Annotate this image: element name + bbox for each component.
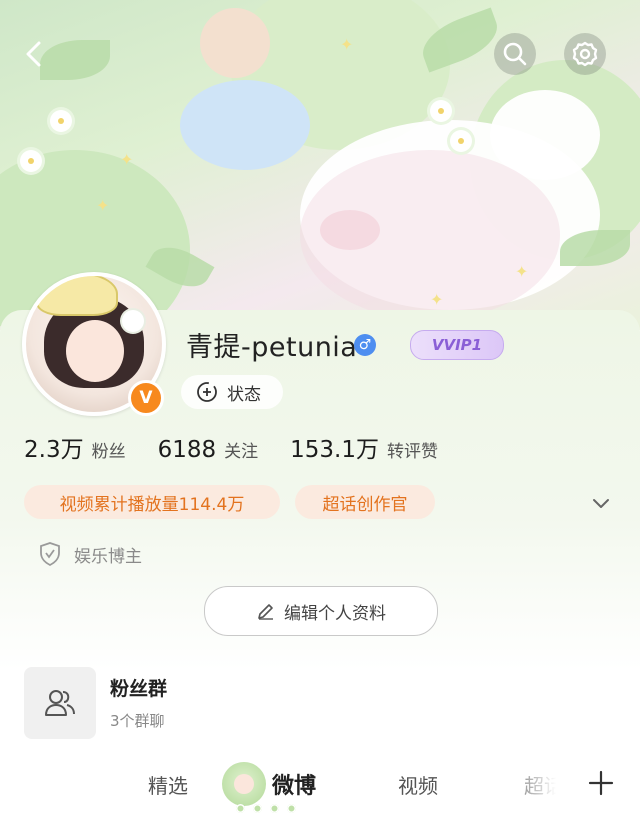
status-plus-icon — [197, 382, 217, 402]
cover-flower — [50, 110, 72, 132]
shield-check-icon — [40, 542, 60, 567]
stat-label: 粉丝 — [91, 442, 126, 462]
fan-group-icon-box[interactable] — [24, 667, 96, 739]
avatar-face — [66, 320, 124, 382]
chevron-down-icon — [593, 499, 609, 508]
edit-profile-label: 编辑个人资料 — [284, 603, 386, 624]
avatar-flower — [122, 310, 144, 332]
plus-icon — [588, 770, 614, 796]
cover-flower — [20, 150, 42, 172]
tab-video[interactable]: 视频 — [398, 770, 438, 799]
expand-button[interactable] — [588, 490, 614, 516]
cover-sparkle: ✦ — [96, 196, 110, 215]
tab-sticker-icon — [222, 762, 266, 806]
cover-sparkle: ✦ — [120, 150, 134, 169]
stat-followers[interactable]: 2.3万 粉丝 — [24, 430, 126, 464]
verified-badge: V — [128, 380, 164, 416]
stat-label: 关注 — [224, 442, 259, 462]
cover-flower — [450, 130, 472, 152]
cover-flower — [430, 100, 452, 122]
edit-profile-button[interactable]: 编辑个人资料 — [204, 586, 438, 636]
cover-sparkle: ✦ — [515, 262, 529, 281]
stat-value: 6188 — [157, 437, 217, 463]
certification: 娱乐博主 — [38, 541, 142, 567]
search-icon — [503, 42, 527, 66]
cover-sparkle: ✦ — [340, 35, 354, 54]
fan-group-subtitle: 3个群聊 — [110, 712, 165, 730]
fan-group-title[interactable]: 粉丝群 — [110, 674, 167, 701]
content-tabs: 精选 微博 视频 超话 — [0, 752, 640, 825]
certification-label: 娱乐博主 — [74, 546, 142, 567]
tab-weibo[interactable]: 微博 — [272, 768, 316, 800]
gender-male-icon: ♂ — [354, 334, 376, 356]
tab-active-indicator — [236, 804, 296, 814]
settings-button[interactable] — [564, 33, 606, 75]
stat-interactions[interactable]: 153.1万 转评赞 — [290, 430, 438, 464]
stat-value: 2.3万 — [24, 437, 84, 463]
cover-dress — [180, 80, 310, 170]
stat-label: 转评赞 — [386, 442, 438, 462]
status-label: 状态 — [227, 384, 261, 405]
gear-icon — [572, 41, 598, 67]
add-tab-button[interactable] — [586, 768, 616, 798]
cover-sparkle: ✦ — [430, 290, 444, 309]
avatar-hat — [36, 276, 118, 316]
cover-girl-head — [200, 8, 270, 78]
pencil-icon — [258, 604, 273, 620]
stat-value: 153.1万 — [290, 437, 379, 463]
stat-following[interactable]: 6188 关注 — [158, 437, 259, 463]
tag-super-topic-creator[interactable]: 超话创作官 — [295, 485, 435, 519]
group-people-icon — [45, 690, 75, 716]
username: 青提-petunia — [186, 332, 358, 363]
tag-video-plays[interactable]: 视频累计播放量114.4万 — [24, 485, 280, 519]
stats-row: 2.3万 粉丝 6188 关注 153.1万 转评赞 — [24, 430, 470, 464]
tab-featured[interactable]: 精选 — [148, 770, 188, 799]
search-button[interactable] — [494, 33, 536, 75]
vip-badge[interactable]: VVIP1 — [410, 330, 504, 360]
tab-fade — [500, 752, 580, 825]
chevron-left-icon — [26, 41, 41, 67]
back-button[interactable] — [14, 33, 56, 75]
status-button[interactable]: 状态 — [181, 375, 283, 409]
